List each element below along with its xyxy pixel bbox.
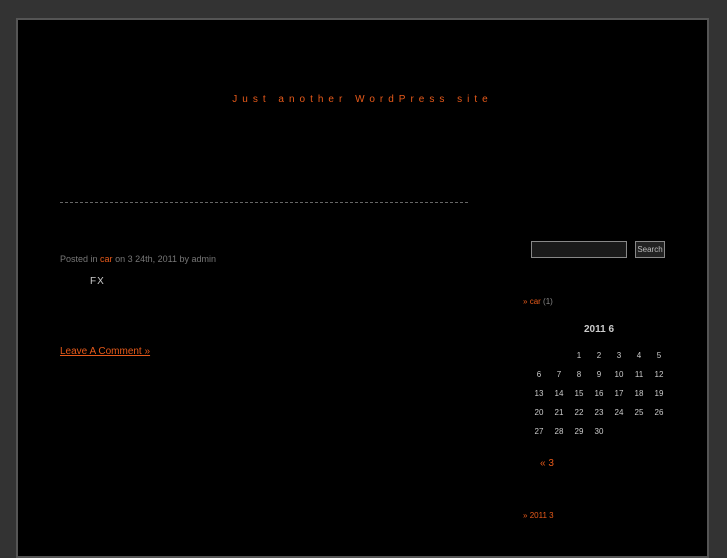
category-count: (1) (543, 297, 553, 306)
calendar-day: 22 (574, 408, 584, 417)
calendar-day: 5 (656, 351, 662, 360)
calendar-day: 26 (654, 408, 664, 417)
archive-item: » 2011 3 (523, 511, 554, 520)
calendar-day: 14 (554, 389, 564, 398)
calendar-day: 29 (574, 427, 584, 436)
calendar-prev-link[interactable]: « 3 (540, 458, 554, 469)
calendar-day: 20 (534, 408, 544, 417)
archive-link[interactable]: 2011 3 (530, 511, 554, 520)
site-tagline: Just another WordPress site (232, 94, 493, 105)
calendar-day: 17 (614, 389, 624, 398)
calendar-day: 12 (654, 370, 664, 379)
page-frame: Just another WordPress site Posted in ca… (16, 18, 709, 558)
calendar-day: 13 (534, 389, 544, 398)
category-prefix: » (523, 297, 528, 306)
calendar-day: 8 (576, 370, 582, 379)
category-link-car[interactable]: car (530, 297, 541, 306)
calendar-day: 7 (556, 370, 562, 379)
calendar-day: 28 (554, 427, 564, 436)
calendar-day: 18 (634, 389, 644, 398)
category-item: » car (1) (523, 297, 553, 306)
calendar-day: 19 (654, 389, 664, 398)
calendar-week-row: 13 14 15 16 17 18 19 (529, 384, 669, 403)
archive-prefix: » (523, 511, 528, 520)
calendar-week-row: 1 2 3 4 5 (529, 346, 669, 365)
calendar-day: 27 (534, 427, 544, 436)
calendar-widget: 2011 6 1 2 3 4 5 6 7 8 9 10 11 12 13 14 15 16 17 18 19 20 21… (529, 320, 669, 441)
calendar-day: 23 (594, 408, 604, 417)
calendar-day: 15 (574, 389, 584, 398)
calendar-day (529, 346, 549, 365)
search-input[interactable] (531, 241, 627, 258)
post-category-link[interactable]: car (100, 254, 113, 264)
calendar-day: 16 (594, 389, 604, 398)
post-content: FX (90, 276, 105, 287)
calendar-day: 1 (576, 351, 582, 360)
calendar-day: 21 (554, 408, 564, 417)
calendar-day (549, 346, 569, 365)
calendar-caption: 2011 6 (583, 324, 615, 335)
calendar-day: 3 (616, 351, 622, 360)
calendar-day: 10 (614, 370, 624, 379)
calendar-day: 25 (634, 408, 644, 417)
leave-comment-link[interactable]: Leave A Comment » (60, 346, 150, 357)
calendar-day: 9 (596, 370, 602, 379)
posted-in-label: Posted in (60, 254, 98, 264)
calendar-day (609, 422, 629, 441)
header-divider (60, 202, 468, 203)
calendar-day: 4 (636, 351, 642, 360)
calendar-day: 24 (614, 408, 624, 417)
calendar-table: 1 2 3 4 5 6 7 8 9 10 11 12 13 14 15 16 17 18 19 20 21 22 23 24 2… (529, 346, 669, 441)
post-date-author: on 3 24th, 2011 by admin (115, 254, 216, 264)
calendar-day (629, 422, 649, 441)
calendar-day: 2 (596, 351, 602, 360)
calendar-week-row: 6 7 8 9 10 11 12 (529, 365, 669, 384)
calendar-week-row: 27 28 29 30 (529, 422, 669, 441)
calendar-week-row: 20 21 22 23 24 25 26 (529, 403, 669, 422)
calendar-day: 6 (536, 370, 542, 379)
calendar-day (649, 422, 669, 441)
search-button[interactable]: Search (635, 241, 665, 258)
calendar-day: 30 (594, 427, 604, 436)
post-meta: Posted in car on 3 24th, 2011 by admin (60, 254, 216, 264)
calendar-day: 11 (634, 370, 644, 379)
